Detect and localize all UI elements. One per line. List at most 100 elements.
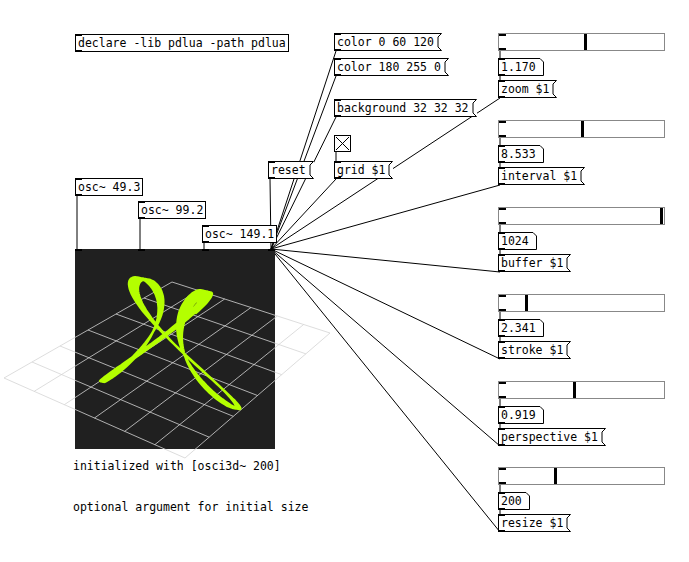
inlet	[75, 178, 82, 180]
inlet	[498, 232, 505, 234]
patch-cord	[271, 117, 336, 249]
outlet	[498, 161, 505, 163]
outlet	[334, 115, 341, 117]
inlet	[498, 145, 505, 147]
patch-cord	[271, 179, 336, 249]
inlet	[498, 492, 505, 494]
inlet	[498, 254, 505, 256]
patch-cord	[271, 249, 500, 446]
outlet	[75, 194, 82, 196]
toggle-x-icon	[335, 136, 350, 151]
outlet	[334, 49, 341, 51]
inlet	[498, 514, 505, 516]
inlet	[202, 225, 209, 227]
outlet	[138, 217, 145, 219]
grid-message[interactable]: grid $1	[334, 161, 393, 179]
outlet	[498, 270, 505, 272]
number-box[interactable]: 8.533	[498, 145, 544, 163]
patch-cord	[500, 51, 501, 58]
hslider[interactable]	[498, 467, 665, 485]
hslider[interactable]	[498, 294, 665, 312]
message-box[interactable]: stroke $1	[498, 341, 571, 359]
hslider[interactable]	[498, 207, 665, 225]
outlet	[498, 508, 505, 510]
box-edge-icon	[387, 161, 393, 179]
message-box[interactable]: background 32 32 32	[334, 99, 477, 117]
box-edge-icon	[579, 167, 585, 185]
oscilloscope-plot	[75, 249, 275, 449]
inlet	[498, 80, 505, 82]
outlet	[202, 241, 209, 243]
message-box[interactable]: buffer $1	[498, 254, 571, 272]
outlet	[268, 177, 275, 179]
slider-knob[interactable]	[660, 208, 663, 224]
message-box[interactable]: resize $1	[498, 514, 571, 532]
outlet	[498, 335, 505, 337]
outlet	[499, 396, 506, 398]
message-box[interactable]: color 180 255 0	[334, 58, 449, 76]
inlet	[138, 201, 145, 203]
outlet	[498, 530, 505, 532]
inlet	[499, 295, 506, 297]
inlet	[498, 58, 505, 60]
inlet	[138, 249, 145, 251]
patch-cord	[271, 51, 336, 249]
box-edge-icon	[531, 232, 537, 250]
box-edge-icon	[443, 58, 449, 76]
number-box[interactable]: 2.341	[498, 319, 544, 337]
number-box[interactable]: 1024	[498, 232, 537, 250]
outlet	[498, 183, 505, 185]
hslider[interactable]	[498, 33, 665, 51]
hslider[interactable]	[498, 381, 665, 399]
outlet	[499, 482, 506, 484]
patch-cord	[140, 219, 141, 249]
outlet	[499, 48, 506, 50]
box-edge-icon	[538, 58, 544, 76]
outlet	[499, 135, 506, 137]
inlet	[334, 161, 341, 163]
osc-object[interactable]: osc~ 149.1	[202, 225, 277, 243]
grid-toggle[interactable]	[334, 135, 351, 152]
hslider[interactable]	[498, 120, 665, 138]
box-edge-icon	[308, 161, 314, 179]
declare-object[interactable]: declare -lib pdlua -path pdlua	[75, 34, 289, 52]
outlet	[498, 96, 505, 98]
patch-cord	[500, 138, 501, 145]
message-box[interactable]: color 0 60 120	[334, 33, 442, 51]
message-box[interactable]: reset	[268, 161, 314, 179]
number-box[interactable]: 200	[498, 492, 530, 510]
inlet	[75, 34, 82, 36]
message-box[interactable]: zoom $1	[498, 80, 557, 98]
slider-knob[interactable]	[554, 468, 557, 484]
inlet	[334, 58, 341, 60]
box-edge-icon	[565, 341, 571, 359]
inlet	[334, 33, 341, 35]
slider-knob[interactable]	[581, 121, 584, 137]
slider-knob[interactable]	[525, 295, 528, 311]
slider-knob[interactable]	[584, 34, 587, 50]
osc-object[interactable]: osc~ 49.3	[75, 178, 143, 196]
outlet	[498, 248, 505, 250]
inlet	[498, 167, 505, 169]
message-box[interactable]: perspective $1	[498, 428, 606, 446]
box-edge-icon	[551, 80, 557, 98]
number-box[interactable]: 1.170	[498, 58, 544, 76]
outlet	[334, 177, 341, 179]
slider-knob[interactable]	[573, 382, 576, 398]
inlet	[334, 99, 341, 101]
box-edge-icon	[565, 254, 571, 272]
osci3d-display[interactable]	[75, 249, 275, 449]
osc-object[interactable]: osc~ 99.2	[138, 201, 206, 219]
patch-cord	[271, 249, 500, 272]
message-box[interactable]: interval $1	[498, 167, 585, 185]
inlet	[499, 34, 506, 36]
outlet	[498, 422, 505, 424]
patch-cord	[271, 249, 500, 359]
number-box[interactable]: 0.919	[498, 406, 544, 424]
box-edge-icon	[524, 492, 530, 510]
patch-cord	[500, 225, 501, 232]
inlet	[75, 249, 82, 251]
box-edge-icon	[471, 99, 477, 117]
patch-canvas: declare -lib pdlua -path pdlua color 0 60…	[0, 0, 689, 562]
inlet	[498, 341, 505, 343]
